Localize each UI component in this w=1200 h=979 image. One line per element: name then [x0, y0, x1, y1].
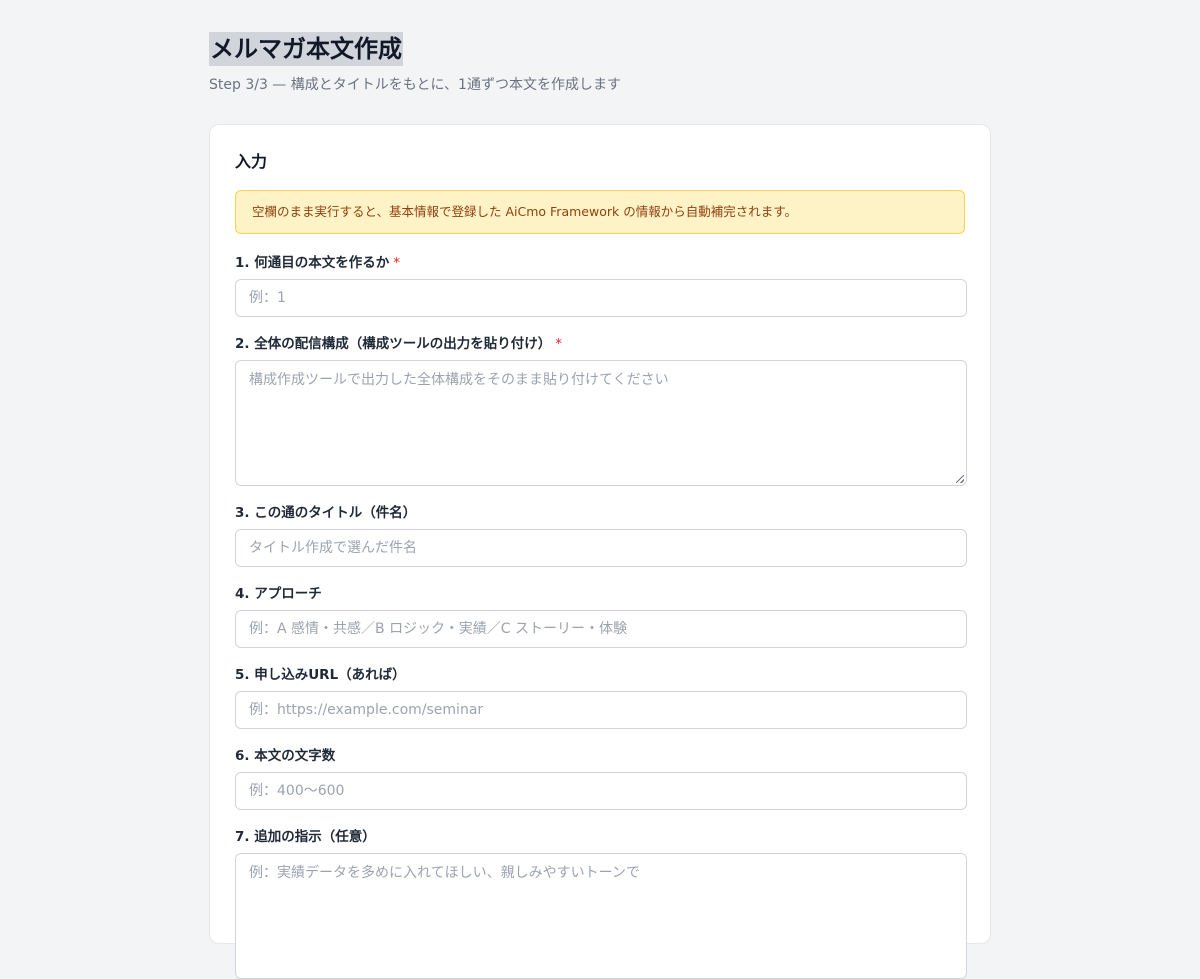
field-label: 5. 申し込みURL（あれば） [235, 667, 406, 683]
required-marker: * [393, 255, 400, 271]
field-mail-number: 1. 何通目の本文を作るか * 例：1 [235, 252, 967, 317]
resize-handle-icon[interactable] [956, 475, 964, 483]
field-label: 3. この通のタイトル（件名） [235, 505, 417, 521]
page-title: メルマガ本文作成 [209, 32, 403, 66]
field-label: 4. アプローチ [235, 586, 322, 602]
field-label: 1. 何通目の本文を作るか * [235, 255, 400, 271]
autofill-notice: 空欄のまま実行すると、基本情報で登録した AiCmo Framework の情報… [235, 190, 965, 234]
extra-instructions-placeholder: 例：実績データを多めに入れてほしい、親しみやすいトーンで [249, 865, 640, 881]
url-input[interactable]: 例：https://example.com/seminar [235, 691, 967, 729]
field-structure: 2. 全体の配信構成（構成ツールの出力を貼り付け） * 構成作成ツールで出力した全… [235, 333, 967, 486]
approach-input[interactable]: 例：A 感情・共感／B ロジック・実績／C ストーリー・体験 [235, 610, 967, 648]
field-label: 2. 全体の配信構成（構成ツールの出力を貼り付け） * [235, 336, 562, 352]
required-marker: * [555, 336, 562, 352]
card-title: 入力 [235, 152, 268, 171]
page-subtitle: Step 3/3 — 構成とタイトルをもとに、1通ずつ本文を作成します [209, 77, 621, 93]
field-label: 7. 追加の指示（任意） [235, 829, 376, 845]
field-approach: 4. アプローチ 例：A 感情・共感／B ロジック・実績／C ストーリー・体験 [235, 583, 967, 648]
subject-input[interactable]: タイトル作成で選んだ件名 [235, 529, 967, 567]
field-title: 3. この通のタイトル（件名） タイトル作成で選んだ件名 [235, 502, 967, 567]
extra-instructions-textarea[interactable]: 例：実績データを多めに入れてほしい、親しみやすいトーンで [235, 853, 967, 979]
input-card: 入力 空欄のまま実行すると、基本情報で登録した AiCmo Framework … [209, 124, 991, 979]
char-count-input[interactable]: 例：400〜600 [235, 772, 967, 810]
field-char-count: 6. 本文の文字数 例：400〜600 [235, 745, 967, 810]
structure-textarea[interactable]: 構成作成ツールで出力した全体構成をそのまま貼り付けてください [235, 360, 967, 486]
field-label: 6. 本文の文字数 [235, 748, 336, 764]
mail-number-input[interactable]: 例：1 [235, 279, 967, 317]
field-extra-instructions: 7. 追加の指示（任意） 例：実績データを多めに入れてほしい、親しみやすいトーン… [235, 826, 967, 979]
structure-placeholder: 構成作成ツールで出力した全体構成をそのまま貼り付けてください [249, 372, 669, 388]
field-url: 5. 申し込みURL（あれば） 例：https://example.com/se… [235, 664, 967, 729]
page-container: メルマガ本文作成 Step 3/3 — 構成とタイトルをもとに、1通ずつ本文を作… [209, 32, 991, 979]
